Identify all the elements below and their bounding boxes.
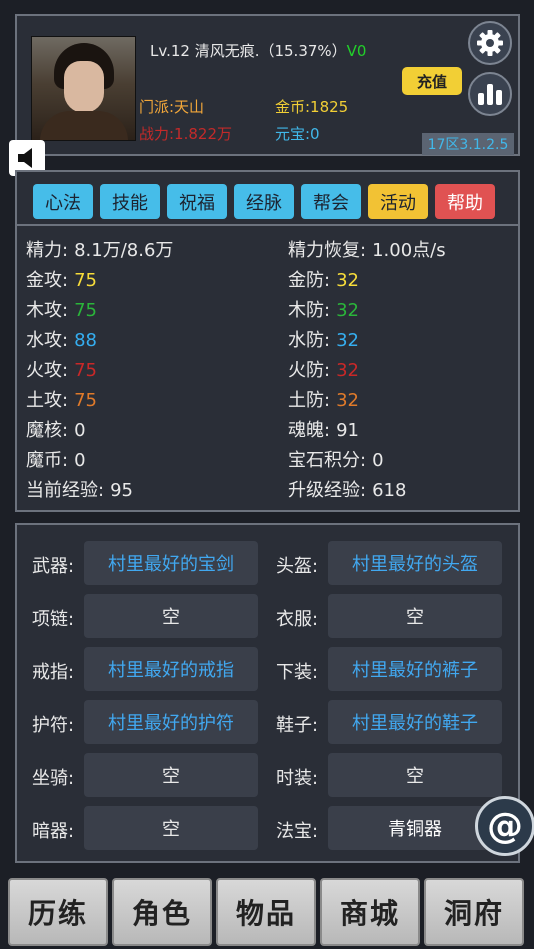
player-avatar[interactable]	[31, 36, 136, 141]
stat-row: 金攻: 75	[26, 270, 97, 291]
stat-row: 精力恢复: 1.00点/s	[288, 240, 446, 261]
at-icon: @	[487, 805, 523, 847]
stat-row: 当前经验: 95	[26, 480, 133, 501]
equip-label: 下装:	[276, 662, 319, 683]
gold-amount: 金币:1825	[275, 98, 349, 116]
bar-chart-icon	[478, 84, 502, 105]
nav-training[interactable]: 历练	[8, 878, 108, 946]
equip-label: 鞋子:	[276, 715, 319, 736]
stat-row: 宝石积分: 0	[288, 450, 384, 471]
tab-xinfa[interactable]: 心法	[33, 184, 93, 219]
nav-cave[interactable]: 洞府	[424, 878, 524, 946]
equip-slot-hidden-weapon[interactable]: 空	[84, 806, 258, 850]
stat-row: 木攻: 75	[26, 300, 97, 321]
equip-slot-amulet[interactable]: 村里最好的护符	[84, 700, 258, 744]
nav-shop[interactable]: 商城	[320, 878, 420, 946]
equip-slot-helmet[interactable]: 村里最好的头盔	[328, 541, 502, 585]
stat-row: 土防: 32	[288, 390, 359, 411]
equip-label: 戒指:	[32, 662, 75, 683]
equip-label: 项链:	[32, 609, 75, 630]
equip-slot-fashion[interactable]: 空	[328, 753, 502, 797]
stat-row: 土攻: 75	[26, 390, 97, 411]
equipment-panel: 武器: 村里最好的宝剑 头盔: 村里最好的头盔 项链: 空 衣服: 空 戒指: …	[15, 523, 520, 863]
equip-label: 暗器:	[32, 821, 75, 842]
equip-slot-ring[interactable]: 村里最好的戒指	[84, 647, 258, 691]
sect-label: 门派:天山	[139, 98, 205, 116]
equip-label: 法宝:	[276, 821, 319, 842]
stat-row: 精力: 8.1万/8.6万	[26, 240, 174, 261]
stat-row: 魔币: 0	[26, 450, 86, 471]
equip-slot-mount[interactable]: 空	[84, 753, 258, 797]
equip-label: 时装:	[276, 768, 319, 789]
stat-row: 火防: 32	[288, 360, 359, 381]
chat-at-button[interactable]: @	[475, 796, 534, 856]
yuanbao-amount: 元宝:0	[275, 125, 320, 143]
vip-level: V0	[346, 42, 367, 60]
settings-button[interactable]	[468, 21, 512, 65]
nav-items[interactable]: 物品	[216, 878, 316, 946]
level-name-progress: Lv.12 清风无痕.（15.37%）	[150, 42, 347, 60]
stat-row: 金防: 32	[288, 270, 359, 291]
tab-help[interactable]: 帮助	[435, 184, 495, 219]
tab-events[interactable]: 活动	[368, 184, 428, 219]
stat-row: 木防: 32	[288, 300, 359, 321]
function-tabs: 心法 技能 祝福 经脉 帮会 活动 帮助	[15, 170, 520, 226]
combat-power: 战力:1.822万	[139, 125, 232, 143]
nav-character[interactable]: 角色	[112, 878, 212, 946]
equip-label: 护符:	[32, 715, 75, 736]
level-line: Lv.12 清风无痕.（15.37%）V0	[150, 40, 366, 61]
character-stats: 精力: 8.1万/8.6万 金攻: 75 木攻: 75 水攻: 88 火攻: 75 土攻:…	[15, 226, 520, 512]
tab-skills[interactable]: 技能	[100, 184, 160, 219]
equip-label: 头盔:	[276, 556, 319, 577]
equip-slot-shoes[interactable]: 村里最好的鞋子	[328, 700, 502, 744]
equip-slot-weapon[interactable]: 村里最好的宝剑	[84, 541, 258, 585]
gear-icon	[477, 30, 503, 56]
speaker-icon	[18, 148, 32, 168]
stat-row: 火攻: 75	[26, 360, 97, 381]
stat-row: 升级经验: 618	[288, 480, 407, 501]
tab-guild[interactable]: 帮会	[301, 184, 361, 219]
ranking-button[interactable]	[468, 72, 512, 116]
equip-slot-pants[interactable]: 村里最好的裤子	[328, 647, 502, 691]
stat-row: 水攻: 88	[26, 330, 97, 351]
tab-meridian[interactable]: 经脉	[234, 184, 294, 219]
stat-row: 魂魄: 91	[288, 420, 359, 441]
equip-slot-armor[interactable]: 空	[328, 594, 502, 638]
server-version: 17区3.1.2.5	[422, 133, 514, 155]
equip-slot-necklace[interactable]: 空	[84, 594, 258, 638]
equip-label: 坐骑:	[32, 768, 75, 789]
stat-row: 水防: 32	[288, 330, 359, 351]
tab-blessing[interactable]: 祝福	[167, 184, 227, 219]
equip-label: 衣服:	[276, 609, 319, 630]
player-header: Lv.12 清风无痕.（15.37%）V0 门派:天山 战力:1.822万 金币…	[15, 14, 520, 156]
stat-row: 魔核: 0	[26, 420, 86, 441]
equip-label: 武器:	[32, 556, 75, 577]
recharge-button[interactable]: 充值	[402, 67, 462, 95]
